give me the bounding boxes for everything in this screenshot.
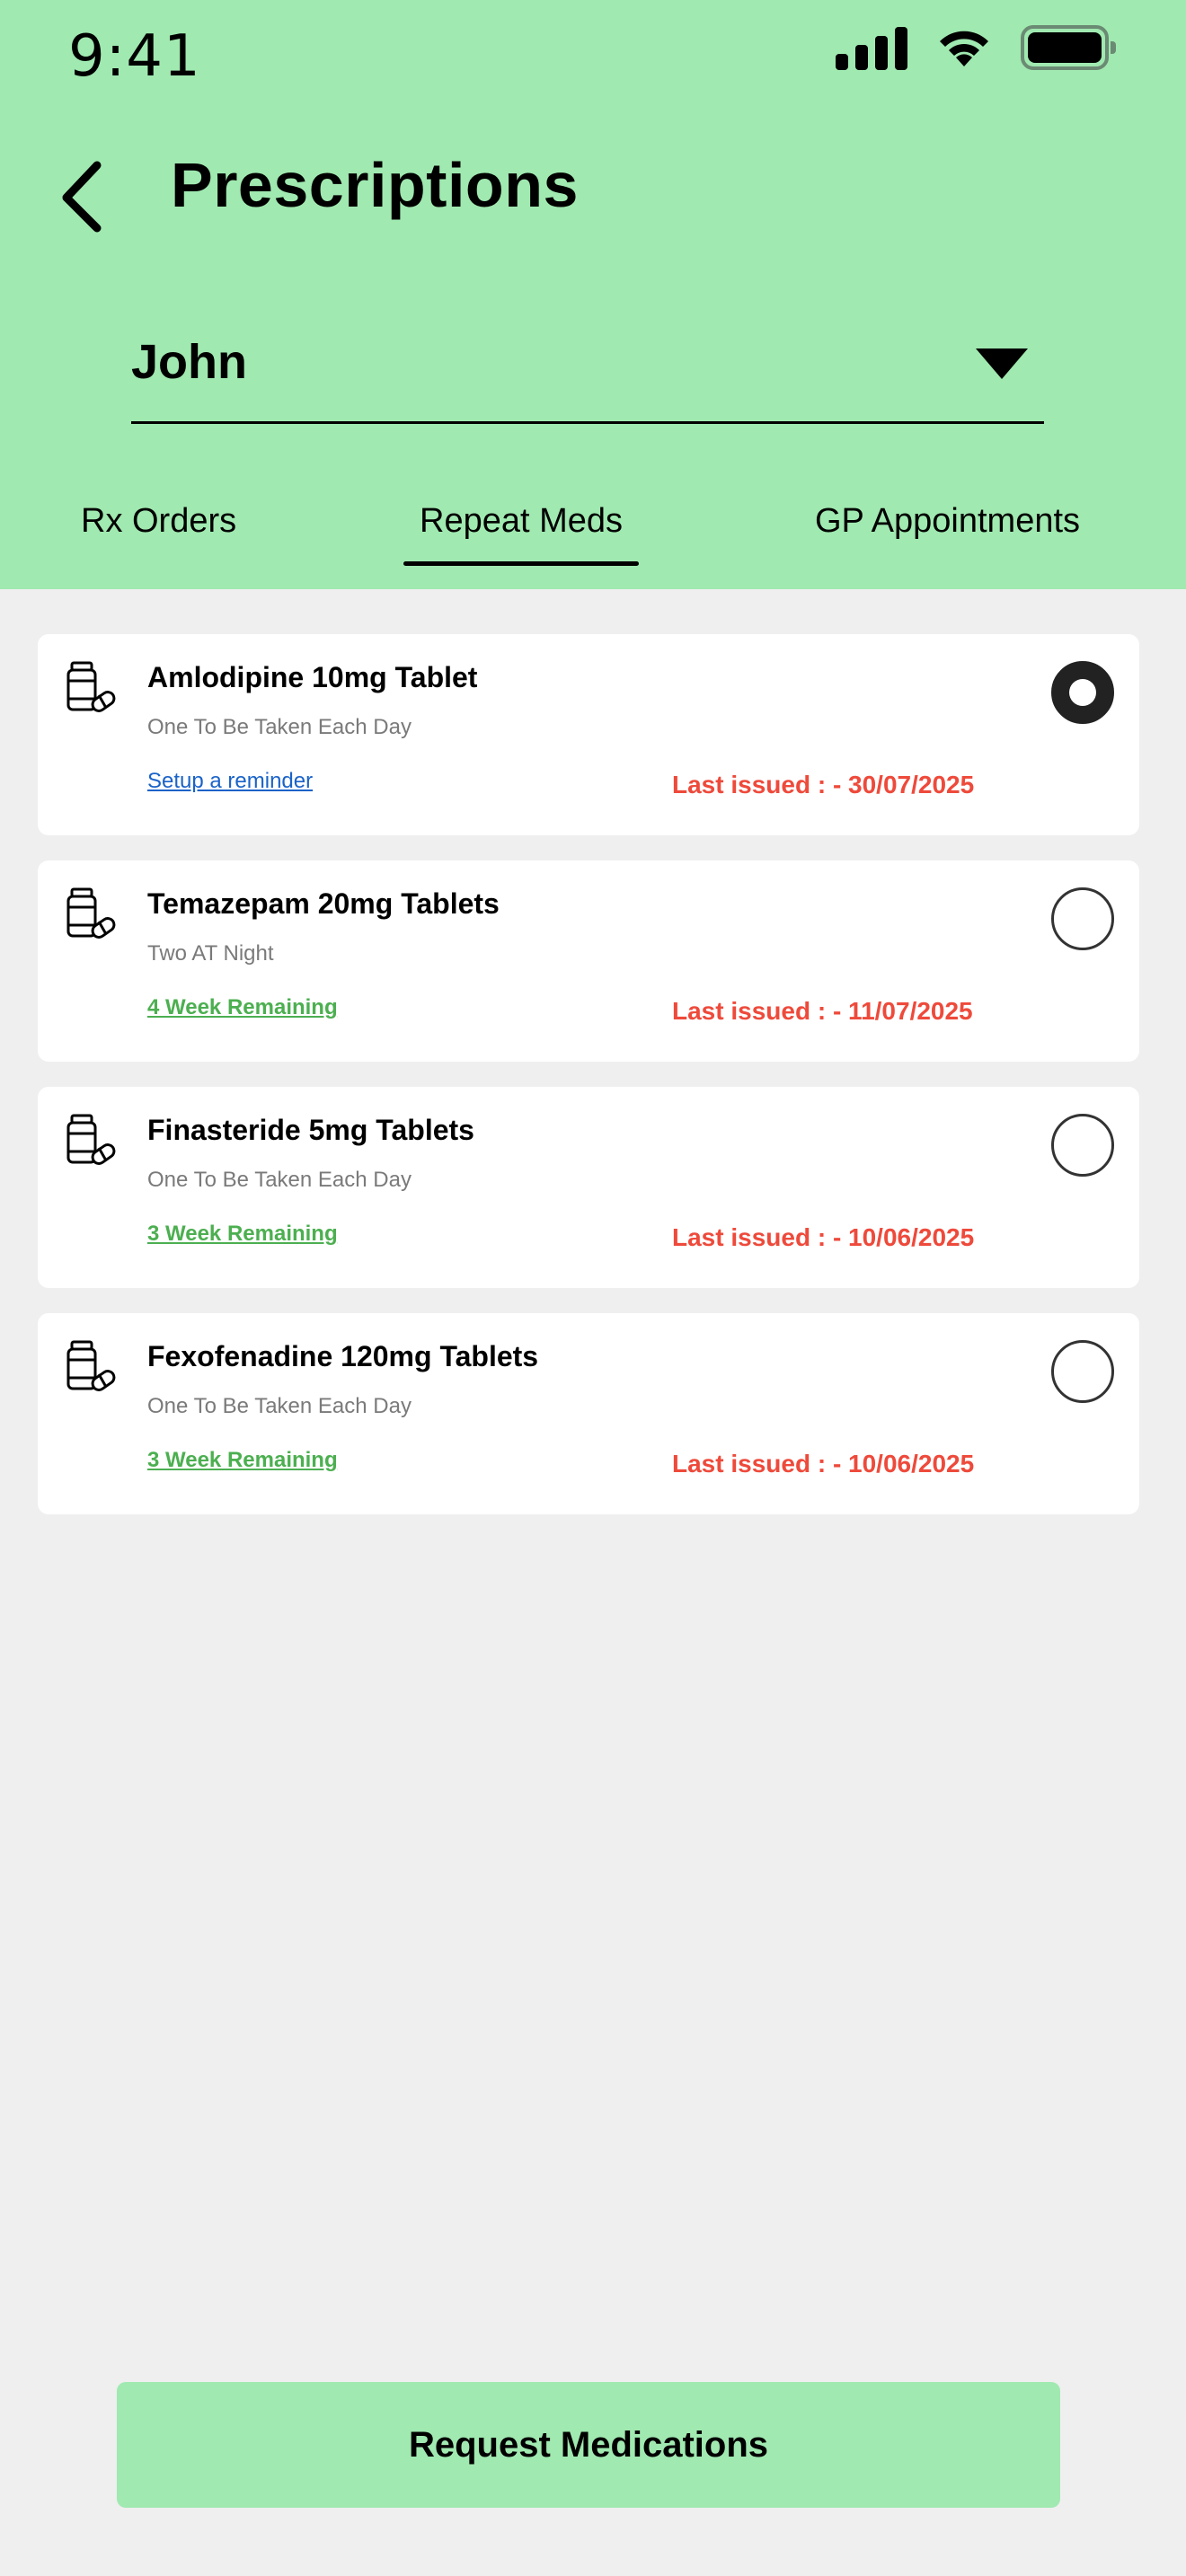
battery-icon: [1021, 25, 1116, 70]
chevron-left-icon: [62, 161, 102, 233]
weeks-remaining-link[interactable]: 4 Week Remaining: [147, 995, 338, 1020]
page-title: Prescriptions: [171, 150, 579, 220]
medication-name: Temazepam 20mg Tablets: [147, 887, 500, 920]
medication-card[interactable]: Fexofenadine 120mg Tablets One To Be Tak…: [38, 1313, 1139, 1514]
last-issued: Last issued : - 10/06/2025: [672, 1450, 975, 1478]
user-dropdown[interactable]: John: [131, 325, 1044, 424]
weeks-remaining-link[interactable]: 3 Week Remaining: [147, 1448, 338, 1473]
medication-dose: One To Be Taken Each Day: [147, 715, 412, 739]
medication-card[interactable]: Finasteride 5mg Tablets One To Be Taken …: [38, 1087, 1139, 1288]
wifi-icon: [940, 31, 988, 66]
back-button[interactable]: [54, 151, 126, 241]
medication-list: Amlodipine 10mg Tablet One To Be Taken E…: [38, 634, 1139, 1539]
medication-dose: One To Be Taken Each Day: [147, 1168, 412, 1192]
tab-bar: Rx Orders Repeat Meds GP Appointments: [0, 492, 1186, 582]
select-radio[interactable]: [1051, 1114, 1114, 1177]
tab-gp-appointments[interactable]: GP Appointments: [815, 492, 1080, 573]
status-icons: [836, 25, 1116, 70]
medicine-bottle-icon: [66, 1114, 116, 1165]
caret-down-icon: [976, 348, 1028, 379]
status-time: 9:41: [68, 23, 201, 90]
medicine-bottle-icon: [66, 1340, 116, 1391]
tab-rx-orders[interactable]: Rx Orders: [81, 492, 236, 573]
medication-dose: One To Be Taken Each Day: [147, 1394, 412, 1418]
select-radio[interactable]: [1051, 661, 1114, 724]
medication-dose: Two AT Night: [147, 941, 274, 966]
setup-reminder-link[interactable]: Setup a reminder: [147, 769, 313, 794]
last-issued: Last issued : - 10/06/2025: [672, 1223, 975, 1251]
select-radio[interactable]: [1051, 1340, 1114, 1403]
tab-repeat-meds[interactable]: Repeat Meds: [403, 492, 640, 573]
request-medications-button[interactable]: Request Medications: [117, 2382, 1060, 2508]
last-issued: Last issued : - 11/07/2025: [672, 997, 973, 1025]
medicine-bottle-icon: [66, 661, 116, 712]
medication-card[interactable]: Amlodipine 10mg Tablet One To Be Taken E…: [38, 634, 1139, 835]
medication-name: Fexofenadine 120mg Tablets: [147, 1340, 539, 1372]
medication-name: Finasteride 5mg Tablets: [147, 1114, 474, 1146]
header: 9:41 Prescriptions John Rx Orders Repeat…: [0, 0, 1186, 589]
weeks-remaining-link[interactable]: 3 Week Remaining: [147, 1222, 338, 1247]
medication-card[interactable]: Temazepam 20mg Tablets Two AT Night 4 We…: [38, 860, 1139, 1062]
select-radio[interactable]: [1051, 887, 1114, 950]
signal-icon: [836, 25, 907, 70]
last-issued: Last issued : - 30/07/2025: [672, 771, 975, 798]
medication-name: Amlodipine 10mg Tablet: [147, 661, 478, 693]
medicine-bottle-icon: [66, 887, 116, 939]
selected-user: John: [131, 335, 247, 389]
